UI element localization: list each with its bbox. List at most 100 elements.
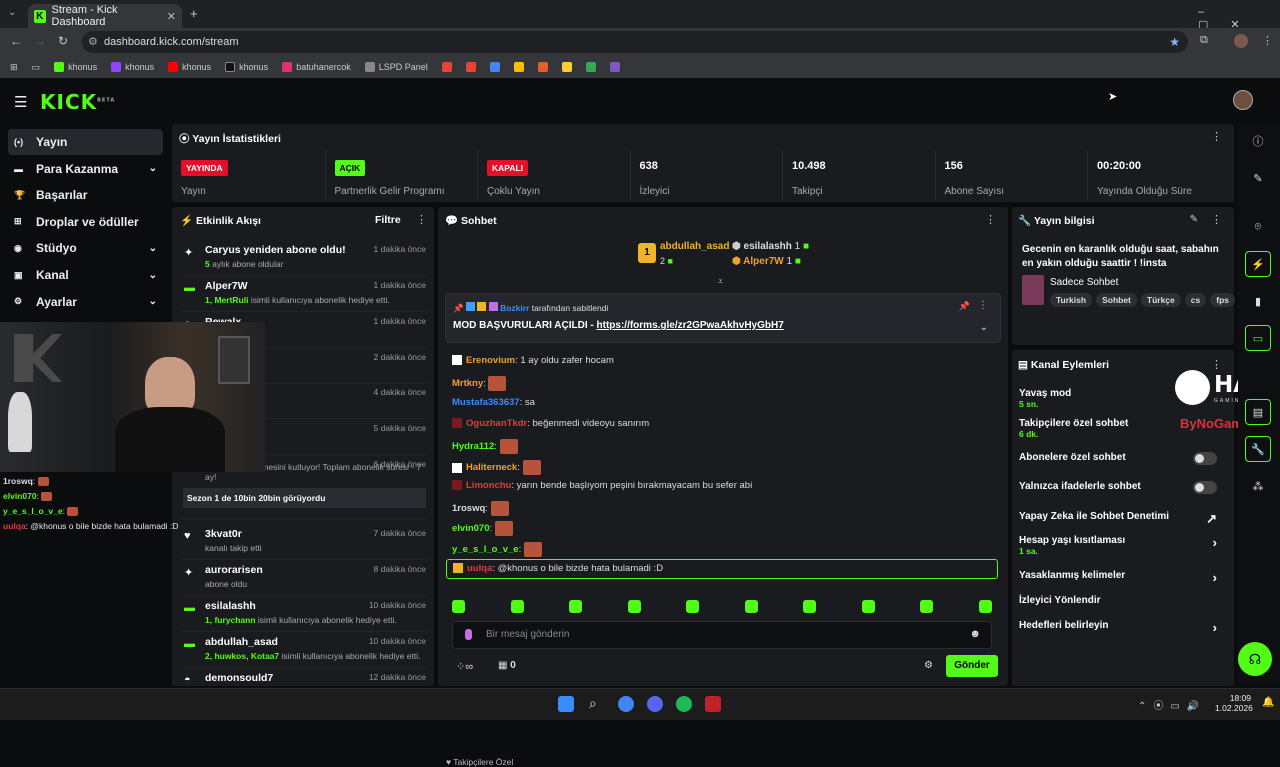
chat-username[interactable]: 1roswq	[452, 503, 485, 514]
users-icon[interactable]: ⁂	[1245, 473, 1271, 499]
search-icon[interactable]: ⌕	[589, 695, 597, 712]
unpin-icon[interactable]: 📌	[959, 301, 970, 312]
site-info-icon[interactable]: ⚙	[88, 31, 98, 53]
event-menu-icon[interactable]: ⋮	[416, 213, 427, 226]
info-menu-icon[interactable]: ⋮	[1211, 213, 1222, 226]
filter-button[interactable]: Filtre	[375, 214, 401, 226]
tag[interactable]: fps	[1210, 293, 1235, 307]
emote-icon[interactable]	[744, 600, 758, 613]
windows-start-icon[interactable]	[558, 696, 574, 712]
chevron-down-icon[interactable]: ⩡	[718, 276, 723, 287]
chat-message[interactable]: Mrtkny:	[452, 376, 507, 391]
tag[interactable]: Türkçe	[1140, 293, 1181, 307]
bookmark-item[interactable]: khonus	[225, 62, 268, 72]
leader-1-name[interactable]: abdullah_asad	[660, 241, 729, 252]
bookmark-item[interactable]: khonus	[111, 62, 154, 72]
send-button[interactable]: Gönder	[946, 655, 998, 677]
leader-3-name[interactable]: ⬢ Alper7W 1 ■	[732, 256, 801, 267]
notification-icon[interactable]: 🔔	[1262, 697, 1274, 708]
chat-username[interactable]: y_e_s_l_o_v_e	[452, 544, 519, 555]
chevron-down-icon[interactable]: ⌄	[149, 270, 157, 281]
profile-avatar[interactable]	[1234, 34, 1248, 48]
bolt-icon[interactable]: ⚡	[1245, 251, 1271, 277]
emote-icon[interactable]	[861, 600, 875, 613]
tab-list-icon[interactable]: ⌄	[8, 7, 16, 18]
chevron-right-icon[interactable]: ›	[1213, 535, 1217, 550]
chat-message[interactable]: y_e_s_l_o_v_e:	[452, 542, 542, 557]
reload-icon[interactable]: ↻	[58, 34, 68, 48]
stats-menu-icon[interactable]: ⋮	[1211, 130, 1222, 143]
channel-action-item[interactable]: Yapay Zeka ile Sohbet Denetimi ↗	[1019, 511, 1229, 535]
sidebar-item-0[interactable]: (•) Yayın	[8, 129, 163, 155]
mic-icon[interactable]	[465, 629, 472, 640]
chat-username[interactable]: uulqa	[467, 563, 492, 574]
chat-username[interactable]: Erenovium	[466, 355, 515, 366]
chevron-down-icon[interactable]: ⌄	[149, 296, 157, 307]
channel-action-item[interactable]: Abonelere özel sohbet	[1019, 452, 1229, 476]
browser-tab[interactable]: K Stream - Kick Dashboard ✕	[28, 4, 182, 28]
chat-message[interactable]: Mustafa363637: sa	[452, 397, 535, 408]
event-item[interactable]: ✦ aurorarisen abone oldu 8 dakika önce	[180, 564, 426, 596]
chrome-icon[interactable]	[618, 696, 634, 712]
chat-settings-icon[interactable]: ⚙	[924, 660, 933, 671]
chat-message[interactable]: Haliterneck:	[452, 460, 541, 475]
system-tray-icon[interactable]: ⌃⦿▭🔊	[1138, 697, 1206, 712]
toggle-switch[interactable]	[1193, 481, 1217, 494]
save-icon[interactable]: ▤	[1245, 399, 1271, 425]
camera-icon[interactable]: ⌾	[1245, 214, 1271, 240]
channel-action-item[interactable]: Hedefleri belirleyin ›	[1019, 620, 1229, 644]
sidebar-item-1[interactable]: ▬ Para Kazanma ⌄	[8, 156, 163, 182]
leader-2-name[interactable]: ⬢ esilalashh 1 ■	[732, 241, 809, 252]
pencil-icon[interactable]: ✎	[1245, 165, 1271, 191]
chat-message[interactable]: OguzhanTkdr: beğenmedi videoyu sanırım	[452, 418, 649, 429]
chat-username[interactable]: Hydra112	[452, 441, 494, 452]
support-headset-icon[interactable]: ☊	[1238, 642, 1272, 676]
channel-action-item[interactable]: Yalnızca ifadelerle sohbet	[1019, 481, 1229, 505]
kick-logo[interactable]: KICKBETA	[40, 90, 115, 114]
gmail-icon[interactable]	[465, 62, 476, 72]
chevron-down-icon[interactable]: ⌄	[149, 243, 157, 254]
category-name[interactable]: Sadece Sohbet	[1050, 277, 1118, 288]
chevron-right-icon[interactable]: ›	[1213, 570, 1217, 585]
chat-message[interactable]: uulqa: @khonus o bile bizde hata bulamad…	[446, 559, 998, 579]
chat-username[interactable]: OguzhanTkdr	[466, 418, 527, 429]
chat-message[interactable]: Limonchu: yarın bende başlıyom peşini bı…	[452, 480, 752, 491]
chevron-right-icon[interactable]: ›	[1213, 620, 1217, 635]
emoji-picker-icon[interactable]: ☻	[969, 628, 981, 640]
event-item[interactable]: ▬ esilalashh 1, furychann isimli kullanıcı…	[180, 600, 426, 632]
clock[interactable]: 18:09 1.02.2026	[1215, 693, 1253, 713]
bookmark-star-icon[interactable]: ★	[1169, 31, 1180, 53]
forward-icon[interactable]: →	[34, 34, 46, 48]
wrench-icon[interactable]: 🔧	[1245, 436, 1271, 462]
chevron-down-icon[interactable]: ⌄	[149, 163, 157, 174]
chat-username[interactable]: Mustafa363637	[452, 397, 520, 408]
bookmark-item[interactable]: batuhanercok	[282, 62, 351, 72]
tag[interactable]: Turkish	[1050, 293, 1093, 307]
chat-message[interactable]: 1roswq:	[452, 501, 509, 516]
chat-message[interactable]: Hydra112:	[452, 439, 518, 454]
drive-icon[interactable]	[513, 62, 524, 72]
chat-username[interactable]: elvin070	[452, 523, 490, 534]
back-icon[interactable]: ←	[10, 34, 22, 48]
event-item[interactable]: ✦ Caryus yeniden abone oldu! 5 aylık abone…	[180, 244, 426, 276]
channel-action-item[interactable]: Yasaklanmış kelimeler ›	[1019, 570, 1229, 594]
document-icon[interactable]: ▮	[1245, 288, 1271, 314]
chat-menu-icon[interactable]: ⋮	[985, 213, 996, 226]
app-icon[interactable]	[705, 696, 721, 712]
bookmark-item[interactable]: LSPD Panel	[364, 62, 428, 72]
category-thumbnail[interactable]	[1022, 275, 1044, 305]
spotify-icon[interactable]	[676, 696, 692, 712]
app-icon[interactable]	[561, 62, 572, 72]
discord-icon[interactable]	[647, 696, 663, 712]
emote-icon[interactable]	[686, 600, 700, 613]
app-icon[interactable]	[537, 62, 548, 72]
channel-action-item[interactable]: İzleyici Yönlendir	[1019, 595, 1229, 619]
chat-icon[interactable]: ▭	[1245, 325, 1271, 351]
info-icon[interactable]: ⓘ	[1245, 128, 1271, 154]
toggle-switch[interactable]	[1193, 452, 1217, 465]
emote-icon[interactable]	[510, 600, 524, 613]
pinned-link[interactable]: https://forms.gle/zr2GPwaAkhvHyGbH7	[597, 320, 784, 331]
apps-icon[interactable]: ⊞	[10, 62, 18, 73]
url-input[interactable]: ⚙ dashboard.kick.com/stream ★	[82, 31, 1188, 53]
tag[interactable]: Sohbet	[1096, 293, 1137, 307]
